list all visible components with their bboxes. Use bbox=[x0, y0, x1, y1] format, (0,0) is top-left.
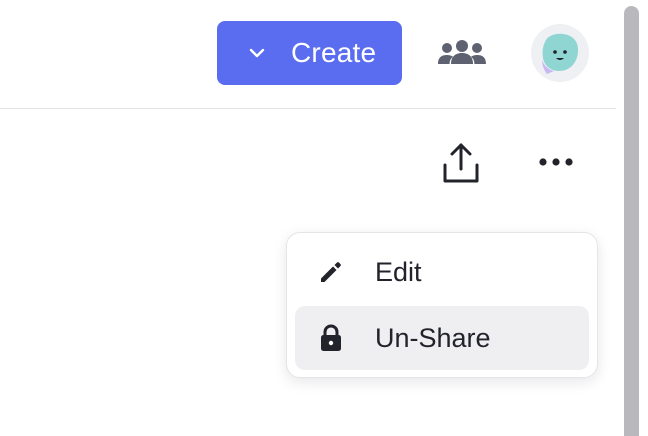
actions-menu: Edit Un-Share bbox=[286, 232, 598, 378]
team-icon[interactable] bbox=[434, 32, 490, 72]
more-horizontal-icon[interactable] bbox=[530, 142, 582, 182]
menu-item-label: Edit bbox=[375, 256, 422, 287]
chevron-down-icon bbox=[247, 43, 267, 63]
lock-icon bbox=[317, 324, 345, 352]
pencil-icon bbox=[317, 258, 345, 286]
top-header: Create bbox=[0, 0, 616, 109]
menu-item-label: Un-Share bbox=[375, 322, 491, 353]
create-button[interactable]: Create bbox=[217, 21, 402, 85]
share-upload-icon[interactable] bbox=[434, 136, 488, 190]
create-button-label: Create bbox=[291, 37, 377, 68]
vertical-scrollbar[interactable] bbox=[624, 6, 639, 436]
menu-item-unshare[interactable]: Un-Share bbox=[295, 306, 589, 370]
avatar[interactable] bbox=[531, 24, 589, 82]
menu-item-edit[interactable]: Edit bbox=[295, 240, 589, 304]
